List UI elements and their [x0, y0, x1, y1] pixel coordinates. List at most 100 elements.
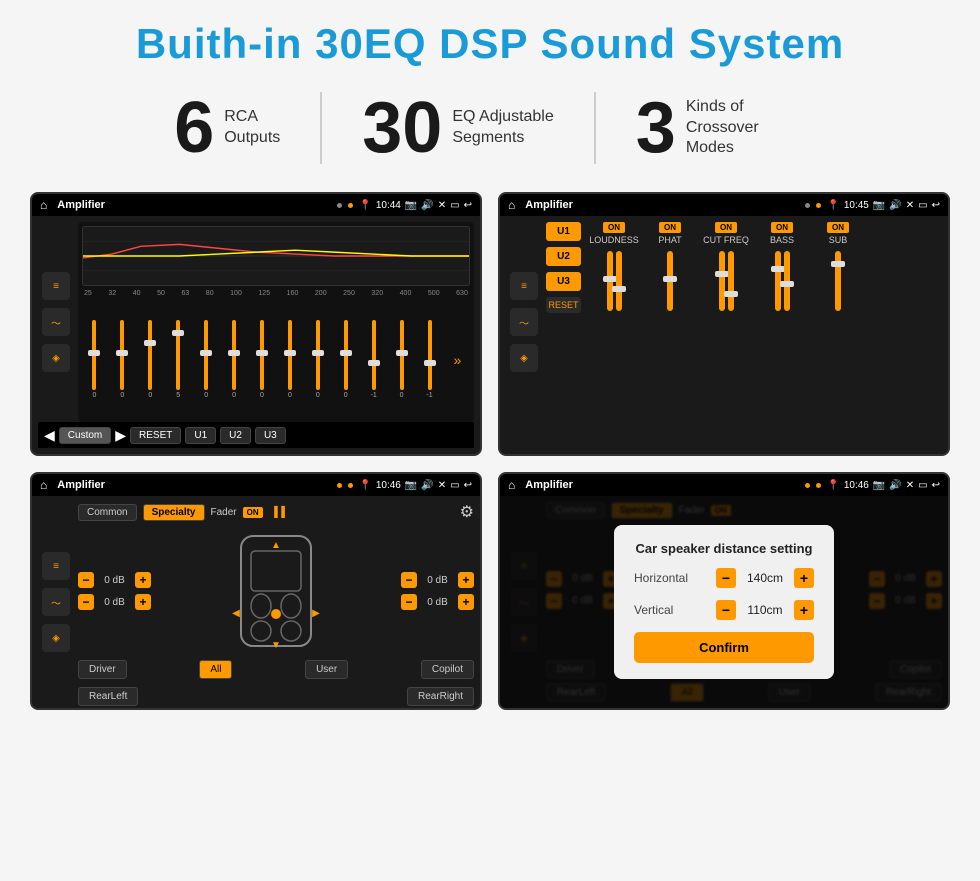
- fader-battery-icon: ▭: [450, 480, 459, 491]
- dialog-time: 10:46: [844, 480, 869, 491]
- specialty-mode-btn[interactable]: Specialty: [143, 504, 205, 521]
- home-icon[interactable]: ⌂: [40, 198, 47, 212]
- xover-u1-btn[interactable]: U1: [546, 222, 581, 241]
- xover-battery-icon: ▭: [918, 200, 927, 211]
- horizontal-plus-btn[interactable]: +: [794, 568, 814, 588]
- dialog-home-icon[interactable]: ⌂: [508, 478, 515, 492]
- xover-filter-icon[interactable]: ≡: [510, 272, 538, 300]
- cutfreq-slider-r[interactable]: [728, 251, 734, 311]
- stat-eq-label: EQ AdjustableSegments: [452, 107, 553, 149]
- eq-next-btn[interactable]: ▶: [115, 427, 126, 444]
- bass-slider-r[interactable]: [784, 251, 790, 311]
- eq-slider-9[interactable]: 0: [305, 320, 330, 399]
- fader-rr-ctrl: − 0 dB +: [401, 594, 474, 610]
- distance-dialog: Car speaker distance setting Horizontal …: [614, 525, 834, 679]
- eq-more-icon[interactable]: »: [445, 352, 470, 368]
- confirm-button[interactable]: Confirm: [634, 632, 814, 663]
- sub-on[interactable]: ON: [827, 222, 849, 233]
- fader-screen: ⌂ Amplifier 📍 10:46 📷 🔊 ✕ ▭ ↩ ≡ 〜 ◈: [30, 472, 482, 710]
- close-icon: ✕: [438, 200, 446, 211]
- bass-on[interactable]: ON: [771, 222, 793, 233]
- loudness-on[interactable]: ON: [603, 222, 625, 233]
- phat-slider[interactable]: [667, 251, 673, 311]
- sub-slider[interactable]: [835, 251, 841, 311]
- copilot-btn[interactable]: Copilot: [421, 660, 474, 679]
- settings-icon[interactable]: ⚙: [460, 502, 474, 522]
- common-mode-btn[interactable]: Common: [78, 504, 137, 521]
- fader-rr-minus[interactable]: −: [401, 594, 417, 610]
- cutfreq-slider-l[interactable]: [719, 251, 725, 311]
- fader-rl-plus[interactable]: +: [135, 594, 151, 610]
- vertical-minus-btn[interactable]: −: [716, 600, 736, 620]
- xover-channels: ON LOUDNESS ON PHAT: [589, 222, 942, 422]
- eq-slider-11[interactable]: -1: [361, 320, 386, 399]
- back-icon[interactable]: ↩: [464, 200, 472, 211]
- vertical-row: Vertical − 110cm +: [634, 600, 814, 620]
- fader-bottom-btns: Driver All User Copilot: [78, 660, 474, 679]
- xover-back-icon[interactable]: ↩: [932, 200, 940, 211]
- fader-fl-minus[interactable]: −: [78, 572, 94, 588]
- eq-slider-4[interactable]: 5: [166, 320, 191, 399]
- xover-reset-btn[interactable]: RESET: [546, 297, 581, 313]
- rearleft-btn[interactable]: RearLeft: [78, 687, 138, 706]
- eq-slider-10[interactable]: 0: [333, 320, 358, 399]
- dialog-status-bar: ⌂ Amplifier 📍 10:46 📷 🔊 ✕ ▭ ↩: [500, 474, 948, 496]
- fader-fr-minus[interactable]: −: [401, 572, 417, 588]
- fader-rl-ctrl: − 0 dB +: [78, 594, 151, 610]
- eq-filter-icon[interactable]: ≡: [42, 272, 70, 300]
- loudness-slider-r[interactable]: [616, 251, 622, 311]
- driver-btn[interactable]: Driver: [78, 660, 127, 679]
- xover-speaker-icon[interactable]: ◈: [510, 344, 538, 372]
- xover-dot-1: [805, 203, 810, 208]
- fader-camera-icon: 📷: [405, 480, 417, 491]
- fader-rl-minus[interactable]: −: [78, 594, 94, 610]
- fader-home-icon[interactable]: ⌂: [40, 478, 47, 492]
- rearright-btn[interactable]: RearRight: [407, 687, 474, 706]
- loudness-slider-l[interactable]: [607, 251, 613, 311]
- eq-speaker-icon[interactable]: ◈: [42, 344, 70, 372]
- fader-back-icon[interactable]: ↩: [464, 480, 472, 491]
- eq-slider-6[interactable]: 0: [222, 320, 247, 399]
- phat-on[interactable]: ON: [659, 222, 681, 233]
- eq-slider-7[interactable]: 0: [250, 320, 275, 399]
- eq-slider-12[interactable]: 0: [389, 320, 414, 399]
- sub-label: SUB: [829, 235, 848, 245]
- horizontal-value: 140cm: [740, 571, 790, 585]
- xover-wave-icon[interactable]: 〜: [510, 308, 538, 336]
- fader-rr-plus[interactable]: +: [458, 594, 474, 610]
- user-btn[interactable]: User: [305, 660, 348, 679]
- fader-rr-val: 0 dB: [420, 597, 455, 608]
- svg-text:◀: ◀: [232, 608, 240, 619]
- fader-filter-icon[interactable]: ≡: [42, 552, 70, 580]
- dialog-back-icon[interactable]: ↩: [932, 480, 940, 491]
- eq-slider-1[interactable]: 0: [82, 320, 107, 399]
- eq-u1-btn[interactable]: U1: [185, 427, 216, 444]
- eq-slider-13[interactable]: -1: [417, 320, 442, 399]
- eq-reset-btn[interactable]: RESET: [130, 427, 181, 444]
- horizontal-minus-btn[interactable]: −: [716, 568, 736, 588]
- xover-u3-btn[interactable]: U3: [546, 272, 581, 291]
- eq-slider-8[interactable]: 0: [277, 320, 302, 399]
- xover-home-icon[interactable]: ⌂: [508, 198, 515, 212]
- fader-fr-plus[interactable]: +: [458, 572, 474, 588]
- fader-speaker-icon[interactable]: ◈: [42, 624, 70, 652]
- eq-prev-btn[interactable]: ◀: [44, 427, 55, 444]
- eq-main-panel: 2532405063 80100125160200 25032040050063…: [78, 222, 474, 422]
- camera-icon: 📷: [405, 200, 417, 211]
- eq-wave-icon[interactable]: 〜: [42, 308, 70, 336]
- xover-u2-btn[interactable]: U2: [546, 247, 581, 266]
- vertical-plus-btn[interactable]: +: [794, 600, 814, 620]
- eq-custom-btn[interactable]: Custom: [59, 427, 111, 444]
- fader-wave-icon[interactable]: 〜: [42, 588, 70, 616]
- eq-slider-3[interactable]: 0: [138, 320, 163, 399]
- dialog-dot-1: [805, 483, 810, 488]
- fader-fl-plus[interactable]: +: [135, 572, 151, 588]
- eq-u2-btn[interactable]: U2: [220, 427, 251, 444]
- eq-slider-2[interactable]: 0: [110, 320, 135, 399]
- cutfreq-on[interactable]: ON: [715, 222, 737, 233]
- all-btn[interactable]: All: [199, 660, 232, 679]
- fader-on-badge[interactable]: ON: [243, 507, 263, 518]
- xover-camera-icon: 📷: [873, 200, 885, 211]
- eq-u3-btn[interactable]: U3: [255, 427, 286, 444]
- eq-slider-5[interactable]: 0: [194, 320, 219, 399]
